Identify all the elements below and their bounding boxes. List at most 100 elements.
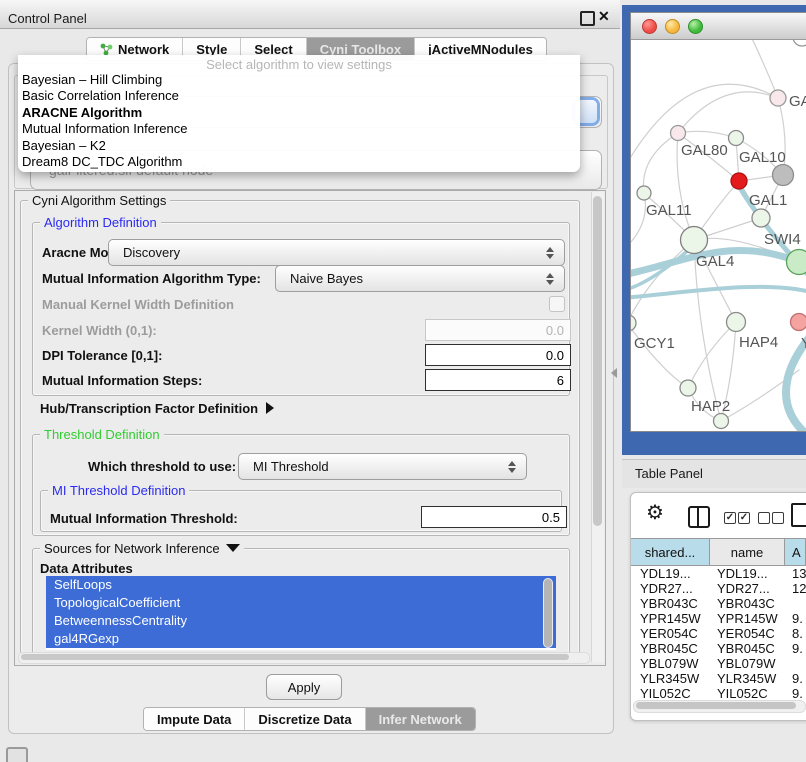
- file-icon[interactable]: [791, 503, 806, 527]
- network-edge[interactable]: [631, 193, 645, 250]
- attributes-hscrollbar[interactable]: [18, 652, 590, 664]
- aracne-mode-combobox[interactable]: Discovery: [108, 239, 565, 266]
- attribute-list-item[interactable]: gal4RGexp: [46, 630, 556, 648]
- algorithm-option[interactable]: Mutual Information Inference: [18, 121, 580, 137]
- kernel-width-input[interactable]: 0.0: [425, 319, 571, 341]
- sources-group-title[interactable]: Sources for Network Inference: [40, 541, 244, 556]
- attributes-scrollbar[interactable]: [543, 578, 553, 648]
- table-row[interactable]: YDR27...YDR27...12: [631, 581, 806, 596]
- data-attributes-list[interactable]: SelfLoopsTopologicalCoefficientBetweenne…: [46, 576, 556, 650]
- minimized-panel-icon[interactable]: [6, 747, 28, 762]
- data-attributes-label: Data Attributes: [40, 561, 133, 576]
- table-cell: YBL079W: [710, 656, 785, 671]
- table-row[interactable]: YBR043CYBR043C: [631, 596, 806, 611]
- network-edge[interactable]: [631, 323, 688, 388]
- control-panel-title: Control Panel: [8, 11, 87, 26]
- stepper-icon: [546, 273, 555, 285]
- mi-steps-label: Mutual Information Steps:: [42, 373, 202, 388]
- minimize-traffic-light-icon[interactable]: [665, 19, 680, 34]
- tab-discretize-data[interactable]: Discretize Data: [244, 708, 364, 730]
- select-all-checkbox2-icon[interactable]: ✓: [738, 512, 750, 524]
- mi-steps-input[interactable]: 6: [425, 369, 571, 391]
- tab-impute-data[interactable]: Impute Data: [144, 708, 244, 730]
- dpi-tolerance-input[interactable]: 0.0: [425, 344, 571, 366]
- network-node[interactable]: [714, 414, 729, 429]
- settings-scrollbar[interactable]: [591, 192, 604, 662]
- table-row[interactable]: YBR045CYBR045C9.: [631, 641, 806, 656]
- table-cell: [785, 656, 806, 671]
- algorithm-option[interactable]: Basic Correlation Inference: [18, 88, 580, 104]
- network-edge[interactable]: [643, 133, 678, 193]
- table-cell: YDR27...: [710, 581, 785, 596]
- manual-kernel-checkbox[interactable]: [549, 296, 565, 312]
- network-node[interactable]: [791, 314, 806, 331]
- algorithm-dropdown-popup: Select algorithm to view settings Bayesi…: [18, 55, 580, 172]
- table-cell: 9.: [785, 641, 806, 656]
- network-edge[interactable]: [678, 131, 736, 138]
- mi-threshold-input[interactable]: 0.5: [421, 506, 567, 528]
- column-header-partial[interactable]: A: [785, 539, 806, 565]
- table-row[interactable]: YER054CYER054C8.: [631, 626, 806, 641]
- zoom-traffic-light-icon[interactable]: [688, 19, 703, 34]
- network-edge[interactable]: [678, 92, 778, 133]
- table-cell: YER054C: [631, 626, 710, 641]
- tab-infer-network[interactable]: Infer Network: [365, 708, 475, 730]
- table-cell: YDL19...: [631, 566, 710, 581]
- mi-type-value: Naive Bayes: [276, 271, 363, 286]
- network-node[interactable]: [731, 173, 747, 189]
- network-node[interactable]: [637, 186, 651, 200]
- column-header-name[interactable]: name: [710, 539, 785, 565]
- network-node[interactable]: [770, 90, 786, 106]
- mi-threshold-label: Mutual Information Threshold:: [50, 511, 238, 526]
- columns-icon[interactable]: [688, 506, 710, 528]
- network-node[interactable]: [787, 250, 806, 275]
- table-cell: YLR345W: [710, 671, 785, 686]
- bottom-tabs: Impute Data Discretize DataInfer Network: [143, 707, 476, 731]
- network-canvas[interactable]: GALGAL80GAL10GAL1GAL11SWI4GAL4GCY1HAP4YH…: [631, 40, 806, 431]
- close-icon[interactable]: ✕: [598, 8, 610, 25]
- attribute-list-item[interactable]: BetweennessCentrality: [46, 612, 556, 630]
- deselect-checkbox2-icon[interactable]: [772, 512, 784, 524]
- network-node[interactable]: [793, 40, 806, 46]
- deselect-checkbox-icon[interactable]: [758, 512, 770, 524]
- table-row[interactable]: YDL19...YDL19...13: [631, 566, 806, 581]
- algorithm-option[interactable]: Dream8 DC_TDC Algorithm: [18, 154, 580, 170]
- algorithm-option[interactable]: ARACNE Algorithm: [18, 105, 580, 121]
- network-node[interactable]: [671, 126, 686, 141]
- apply-button[interactable]: Apply: [266, 674, 342, 700]
- hub-definition-toggle[interactable]: Hub/Transcription Factor Definition: [40, 401, 274, 416]
- gear-icon[interactable]: ⚙: [646, 503, 664, 523]
- table-row[interactable]: YPR145WYPR145W9.: [631, 611, 806, 626]
- network-node[interactable]: [631, 315, 636, 331]
- network-edge[interactable]: [688, 322, 736, 388]
- table-cell: YLR345W: [631, 671, 710, 686]
- node-label: GAL1: [749, 192, 787, 209]
- close-traffic-light-icon[interactable]: [642, 19, 657, 34]
- node-label: GAL4: [696, 253, 734, 270]
- column-header-shared-name[interactable]: shared...: [631, 539, 710, 565]
- which-threshold-combobox[interactable]: MI Threshold: [238, 453, 527, 480]
- network-node[interactable]: [680, 380, 696, 396]
- network-node[interactable]: [729, 131, 744, 146]
- table-row[interactable]: YIL052CYIL052C9.: [631, 686, 806, 699]
- network-node[interactable]: [727, 313, 746, 332]
- mi-type-combobox[interactable]: Naive Bayes: [275, 265, 565, 292]
- node-label: GAL: [789, 93, 806, 110]
- table-hscrollbar[interactable]: [633, 700, 806, 713]
- network-node[interactable]: [752, 209, 770, 227]
- algorithm-option[interactable]: Bayesian – Hill Climbing: [18, 72, 580, 88]
- network-node[interactable]: [681, 227, 708, 254]
- attribute-list-item[interactable]: TopologicalCoefficient: [46, 594, 556, 612]
- table-row[interactable]: YLR345WYLR345W9.: [631, 671, 806, 686]
- split-collapse-icon[interactable]: [611, 368, 617, 378]
- float-window-icon[interactable]: [580, 11, 595, 26]
- network-edge[interactable]: [749, 40, 778, 98]
- network-edge[interactable]: [631, 287, 806, 298]
- attribute-list-item[interactable]: SelfLoops: [46, 576, 556, 594]
- network-node[interactable]: [773, 165, 794, 186]
- tab-label: Impute Data: [157, 712, 231, 727]
- table-row[interactable]: YBL079WYBL079W: [631, 656, 806, 671]
- algorithm-option[interactable]: Bayesian – K2: [18, 138, 580, 154]
- network-window[interactable]: GALGAL80GAL10GAL1GAL11SWI4GAL4GCY1HAP4YH…: [630, 12, 806, 432]
- select-all-checkbox-icon[interactable]: ✓: [724, 512, 736, 524]
